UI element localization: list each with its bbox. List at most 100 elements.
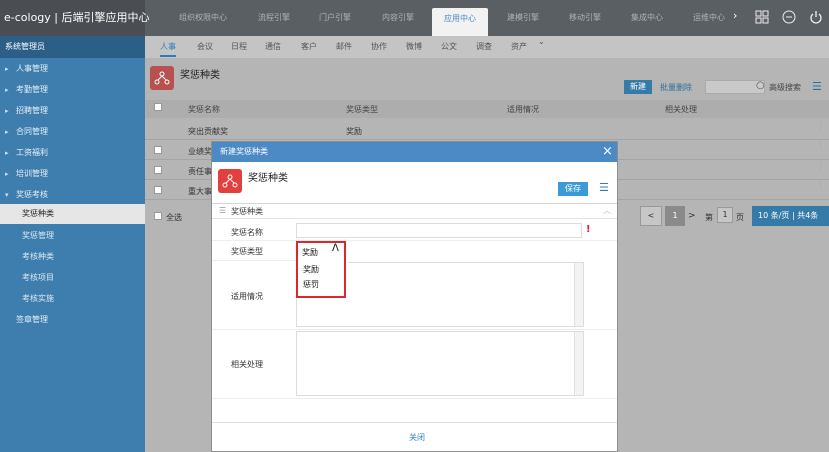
divider [212,218,617,219]
caret-right-icon: ▸ [5,86,9,94]
cell-name: 突出贡献奖 [188,127,228,136]
subtab[interactable]: 客户 [301,41,317,52]
select-all-checkbox[interactable] [154,212,162,220]
nav-tab[interactable]: 组织权限中心 [179,12,227,23]
current-page[interactable]: 1 [665,206,685,226]
type-select[interactable]: 奖励 [302,247,318,258]
dropdown-option[interactable]: 奖励 [303,264,319,275]
sidebar-header: 系统管理员 [0,36,145,58]
subtab[interactable]: 调查 [476,41,492,52]
chevron-up-icon[interactable]: ᐱ [332,243,339,254]
sidebar-item[interactable]: ▸ 考勤管理 [0,80,145,100]
nav-tab[interactable]: 门户引擎 [319,12,351,23]
column-header[interactable]: 适用情况 [507,104,539,115]
nav-tab[interactable]: 集成中心 [631,12,663,23]
subtab-active[interactable]: 人事 [160,41,176,57]
divider [212,260,296,261]
table-row[interactable] [145,121,829,140]
subtab[interactable]: 资产 [511,41,527,52]
page-size-selector[interactable]: 10 条/页 | 共4条 [752,206,829,226]
nav-tab-active[interactable]: 应用中心 [432,8,488,36]
caret-right-icon: ▸ [5,107,9,115]
sidebar-subitem[interactable]: 考核项目 [0,268,145,288]
column-header[interactable]: 奖惩名称 [188,104,220,115]
subtab[interactable]: 邮件 [336,41,352,52]
header-checkbox[interactable] [154,103,162,111]
modal-title: 新建奖惩种类 [220,147,268,156]
subtab[interactable]: 日程 [231,41,247,52]
nav-tab[interactable]: 内容引擎 [382,12,414,23]
nav-tab[interactable]: 建模引擎 [507,12,539,23]
subtab[interactable]: 会议 [197,41,213,52]
usage-label: 适用情况 [231,292,263,301]
sidebar-item-expanded[interactable]: ▾ 奖惩考核 [0,185,145,205]
subtab[interactable]: 公文 [441,41,457,52]
sidebar-subitem-selected[interactable]: 奖惩种类 [0,204,145,224]
save-button[interactable]: 保存 [558,182,588,196]
minus-circle-icon[interactable] [782,10,796,24]
caret-down-icon: ▾ [5,191,9,199]
pager-label: 页 [736,213,744,222]
nav-more-icon[interactable]: › [733,9,737,22]
sidebar-item[interactable]: 签章管理 [0,310,145,330]
column-header[interactable]: 相关处理 [665,104,697,115]
caret-right-icon: ▸ [5,149,9,157]
scrollbar[interactable] [574,332,583,395]
prev-page-button[interactable]: < [640,206,662,226]
sidebar-subitem[interactable]: 奖惩管理 [0,226,145,246]
power-icon[interactable] [809,10,823,24]
row-checkbox[interactable] [154,146,162,154]
next-page-button[interactable]: > [688,211,696,221]
pager-label: 第 [705,213,713,222]
usage-textarea[interactable] [348,262,584,327]
modal-icon [218,169,242,193]
page-title: 奖惩种类 [180,70,220,81]
row-menu-icon[interactable]: ⋮ [816,182,825,191]
sidebar-subitem[interactable]: 考核种类 [0,247,145,267]
grid-icon[interactable] [755,10,769,24]
subtab[interactable]: 微博 [406,41,422,52]
column-header[interactable]: 奖惩类型 [346,104,378,115]
row-menu-icon[interactable]: ⋮ [816,142,825,151]
row-checkbox[interactable] [154,186,162,194]
nav-tab[interactable]: 移动引擎 [569,12,601,23]
sidebar-item[interactable]: ▸ 人事管理 [0,59,145,79]
sidebar-subitem[interactable]: 考核实施 [0,289,145,309]
sidebar-item[interactable]: ▸ 培训管理 [0,164,145,184]
sidebar-item[interactable]: ▸ 合同管理 [0,122,145,142]
collapse-icon[interactable]: ︿ [603,205,611,216]
advanced-search-button[interactable]: 高级搜索 [769,82,801,93]
nav-tab[interactable]: 运维中心 [693,12,725,23]
caret-right-icon: ▸ [5,170,9,178]
nav-tab[interactable]: 流程引擎 [258,12,290,23]
handle-label: 相关处理 [231,360,263,369]
subtab[interactable]: 通信 [265,41,281,52]
batch-delete-button[interactable]: 批量删除 [660,82,692,93]
footer-divider [212,422,617,423]
row-checkbox[interactable] [154,166,162,174]
usage-textarea-corner[interactable] [296,299,348,327]
close-button[interactable]: 关闭 [409,432,425,443]
dropdown-option[interactable]: 惩罚 [303,279,319,290]
list-menu-icon[interactable]: ☰ [812,80,822,93]
close-icon[interactable]: × [602,144,613,160]
section-icon: ☰ [219,206,227,215]
name-input[interactable] [296,223,582,238]
divider [212,240,617,241]
modal-heading: 奖惩种类 [248,173,288,184]
page-input[interactable]: 1 [717,207,733,223]
row-menu-icon[interactable]: ⋮ [816,122,825,131]
chevron-down-icon[interactable]: ⌄ [538,37,545,46]
list-menu-icon[interactable]: ☰ [599,181,609,194]
row-menu-icon[interactable]: ⋮ [816,162,825,171]
sidebar-item[interactable]: ▸ 招聘管理 [0,101,145,121]
subtab[interactable]: 协作 [371,41,387,52]
scrollbar[interactable] [574,263,583,326]
handle-textarea[interactable] [296,331,584,396]
search-icon[interactable]: ○ [756,80,765,91]
section-title: 奖惩种类 [231,207,263,216]
divider [212,329,617,330]
new-button[interactable]: 新建 [624,80,652,94]
table-header [145,100,829,118]
sidebar-item[interactable]: ▸ 工资福利 [0,143,145,163]
